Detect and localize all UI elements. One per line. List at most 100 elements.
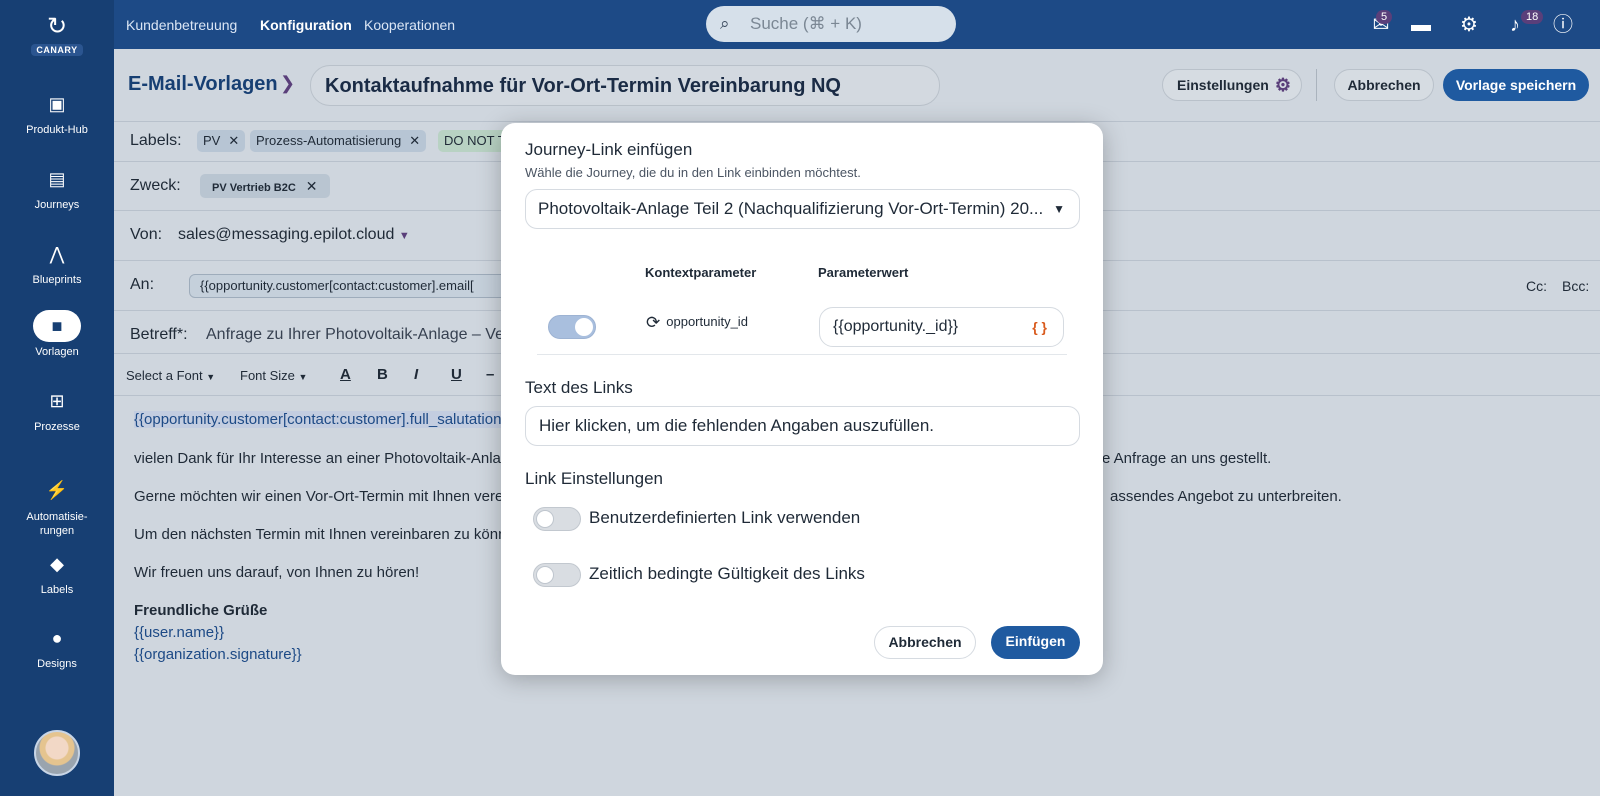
divider [537, 354, 1067, 355]
param-value: {{opportunity._id}} [833, 318, 959, 335]
cancel-button[interactable]: Abbrechen [1334, 69, 1434, 101]
body-line: Wir freuen uns darauf, von Ihnen zu höre… [134, 564, 420, 581]
canary-logo[interactable]: ↻ CANARY [30, 14, 84, 60]
chip-label: DO NOT T [444, 133, 506, 148]
closing-text: Freundliche Grüße [134, 602, 268, 619]
custom-link-label: Benutzerdefinierten Link verwenden [589, 508, 861, 527]
purpose-tag[interactable]: PV Vertrieb B2C ✕ [200, 174, 330, 198]
italic-icon[interactable]: I [414, 366, 418, 383]
sidebar-item-label: Labels [40, 584, 74, 596]
underline-icon[interactable]: U [451, 366, 462, 383]
sidebar-item-journeys[interactable]: ▤ Journeys [0, 163, 114, 211]
top-bar: Kundenbetreuung Konfiguration Kooperatio… [114, 0, 1600, 49]
gear-icon[interactable]: ⚙ [1456, 12, 1482, 38]
topnav-kundenbetreuung[interactable]: Kundenbetreuung [126, 17, 237, 33]
browser-icon: ▤ [48, 169, 66, 189]
journey-select[interactable]: Photovoltaik-Anlage Teil 2 (Nachqualifiz… [525, 189, 1080, 229]
sidebar-item-label: Prozesse [34, 421, 80, 433]
close-icon[interactable]: ✕ [409, 133, 420, 148]
caret-down-icon: ▼ [206, 372, 216, 382]
topnav-konfiguration[interactable]: Konfiguration [260, 17, 352, 33]
signature-variable: {{organization.signature}} [134, 646, 302, 663]
avatar[interactable] [34, 730, 80, 776]
labels-label: Labels: [130, 132, 182, 149]
strikethrough-icon[interactable]: – [486, 366, 494, 383]
tag-icon: ◆ [50, 554, 64, 574]
font-select[interactable]: Select a Font ▼ [126, 368, 215, 383]
body-line: e Anfrage an uns gestellt. [1102, 450, 1272, 467]
insert-button[interactable]: Einfügen [991, 626, 1080, 659]
subject-input[interactable]: Anfrage zu Ihrer Photovoltaik-Anlage – V… [206, 326, 504, 344]
sidebar-item-label: Automatisie- rungen [26, 511, 88, 537]
param-toggle[interactable] [548, 315, 596, 339]
sidebar-item-produkt-hub[interactable]: ▣ Produkt-Hub [0, 88, 114, 136]
toggle-knob [536, 566, 554, 584]
save-template-button[interactable]: Vorlage speichern [1443, 69, 1589, 101]
search-input[interactable]: ⌕ Suche (⌘ + K) [706, 6, 956, 42]
body-line: Gerne möchten wir einen Vor-Ort-Termin m… [134, 488, 507, 505]
toggle-knob [575, 318, 593, 336]
sidebar-item-label: Blueprints [32, 274, 82, 286]
sidebar-item-label: Designs [37, 658, 77, 670]
body-line: assendes Angebot zu unterbreiten. [1110, 488, 1342, 505]
sidebar-item-blueprints[interactable]: ⋀ Blueprints [0, 238, 114, 286]
param-value-input[interactable]: {{opportunity._id}} { } [819, 307, 1064, 347]
font-size-select[interactable]: Font Size ▼ [240, 368, 307, 383]
breadcrumb[interactable]: E-Mail-Vorlagen [128, 73, 278, 96]
from-select[interactable]: sales@messaging.epilot.cloud ▼ [178, 226, 410, 244]
caret-down-icon: ▼ [298, 372, 308, 382]
folder-icon[interactable]: ▬ [1408, 12, 1434, 38]
chevron-right-icon: ❯ [280, 73, 296, 93]
from-label: Von: [130, 226, 163, 243]
sidebar-item-designs[interactable]: ● Designs [0, 622, 114, 670]
label-chip[interactable]: Prozess-Automatisierung ✕ [250, 130, 427, 152]
info-icon[interactable]: ⓘ [1550, 12, 1576, 38]
sidebar-item-vorlagen[interactable]: ■ Vorlagen [0, 310, 114, 358]
modal-cancel-button[interactable]: Abbrechen [874, 626, 976, 659]
from-value: sales@messaging.epilot.cloud [178, 226, 395, 243]
sidebar-item-prozesse[interactable]: ⊞ Prozesse [0, 385, 114, 433]
purpose-tag-label: PV Vertrieb B2C [212, 182, 296, 194]
param-name: opportunity_id [666, 314, 748, 329]
font-size-label: Font Size [240, 368, 295, 383]
sidebar-item-label: Journeys [34, 199, 80, 211]
label-chip[interactable]: PV ✕ [197, 130, 246, 152]
chevron-down-icon: ▼ [398, 230, 410, 242]
font-select-label: Select a Font [126, 368, 203, 383]
to-recipient-chip[interactable]: {{opportunity.customer[contact:customer]… [189, 274, 509, 298]
link-text-label: Text des Links [525, 378, 633, 397]
canary-logo-icon: ↻ [46, 13, 68, 40]
divider [1316, 69, 1317, 101]
text-color-icon[interactable]: A [340, 366, 351, 383]
topnav-kooperationen[interactable]: Kooperationen [364, 17, 455, 33]
sidebar-item-labels[interactable]: ◆ Labels [0, 548, 114, 596]
purpose-label: Zweck: [130, 177, 181, 194]
refresh-icon[interactable]: ⟳ [646, 313, 660, 332]
link-settings-label: Link Einstellungen [525, 469, 663, 488]
sidebar-item-automatisierungen[interactable]: ⚡ Automatisie- rungen [0, 460, 114, 552]
body-line: vielen Dank für Ihr Interesse an einer P… [134, 450, 510, 467]
user-name-variable: {{user.name}} [134, 624, 225, 641]
close-icon[interactable]: ✕ [228, 133, 239, 148]
modal-title: Journey-Link einfügen [525, 140, 693, 159]
modal-subtitle: Wähle die Journey, die du in den Link ei… [525, 165, 861, 180]
bold-icon[interactable]: B [377, 366, 388, 383]
bcc-button[interactable]: Bcc: [1562, 278, 1589, 294]
cc-button[interactable]: Cc: [1526, 278, 1547, 294]
variable-icon[interactable]: { } [1032, 308, 1047, 346]
custom-link-toggle[interactable] [533, 507, 581, 531]
time-validity-toggle[interactable] [533, 563, 581, 587]
caret-down-icon: ▼ [1053, 202, 1065, 216]
template-header: E-Mail-Vorlagen ❯ Kontaktaufnahme für Vo… [114, 49, 1600, 122]
chip-label: Prozess-Automatisierung [256, 133, 402, 148]
link-text-input[interactable]: Hier klicken, um die fehlenden Angaben a… [525, 406, 1080, 446]
gear-icon: ⚙ [1274, 75, 1291, 95]
template-title-input[interactable]: Kontaktaufnahme für Vor-Ort-Termin Verei… [310, 65, 940, 106]
salutation-variable: {{opportunity.customer[contact:customer]… [134, 411, 512, 428]
folder-icon: ■ [33, 310, 81, 342]
close-icon[interactable]: ✕ [306, 178, 318, 194]
compass-icon: ⋀ [49, 244, 65, 264]
settings-button[interactable]: Einstellungen ⚙ [1162, 69, 1302, 101]
body-line: Um den nächsten Termin mit Ihnen vereinb… [134, 526, 507, 543]
flow-icon: ⊞ [49, 391, 65, 411]
